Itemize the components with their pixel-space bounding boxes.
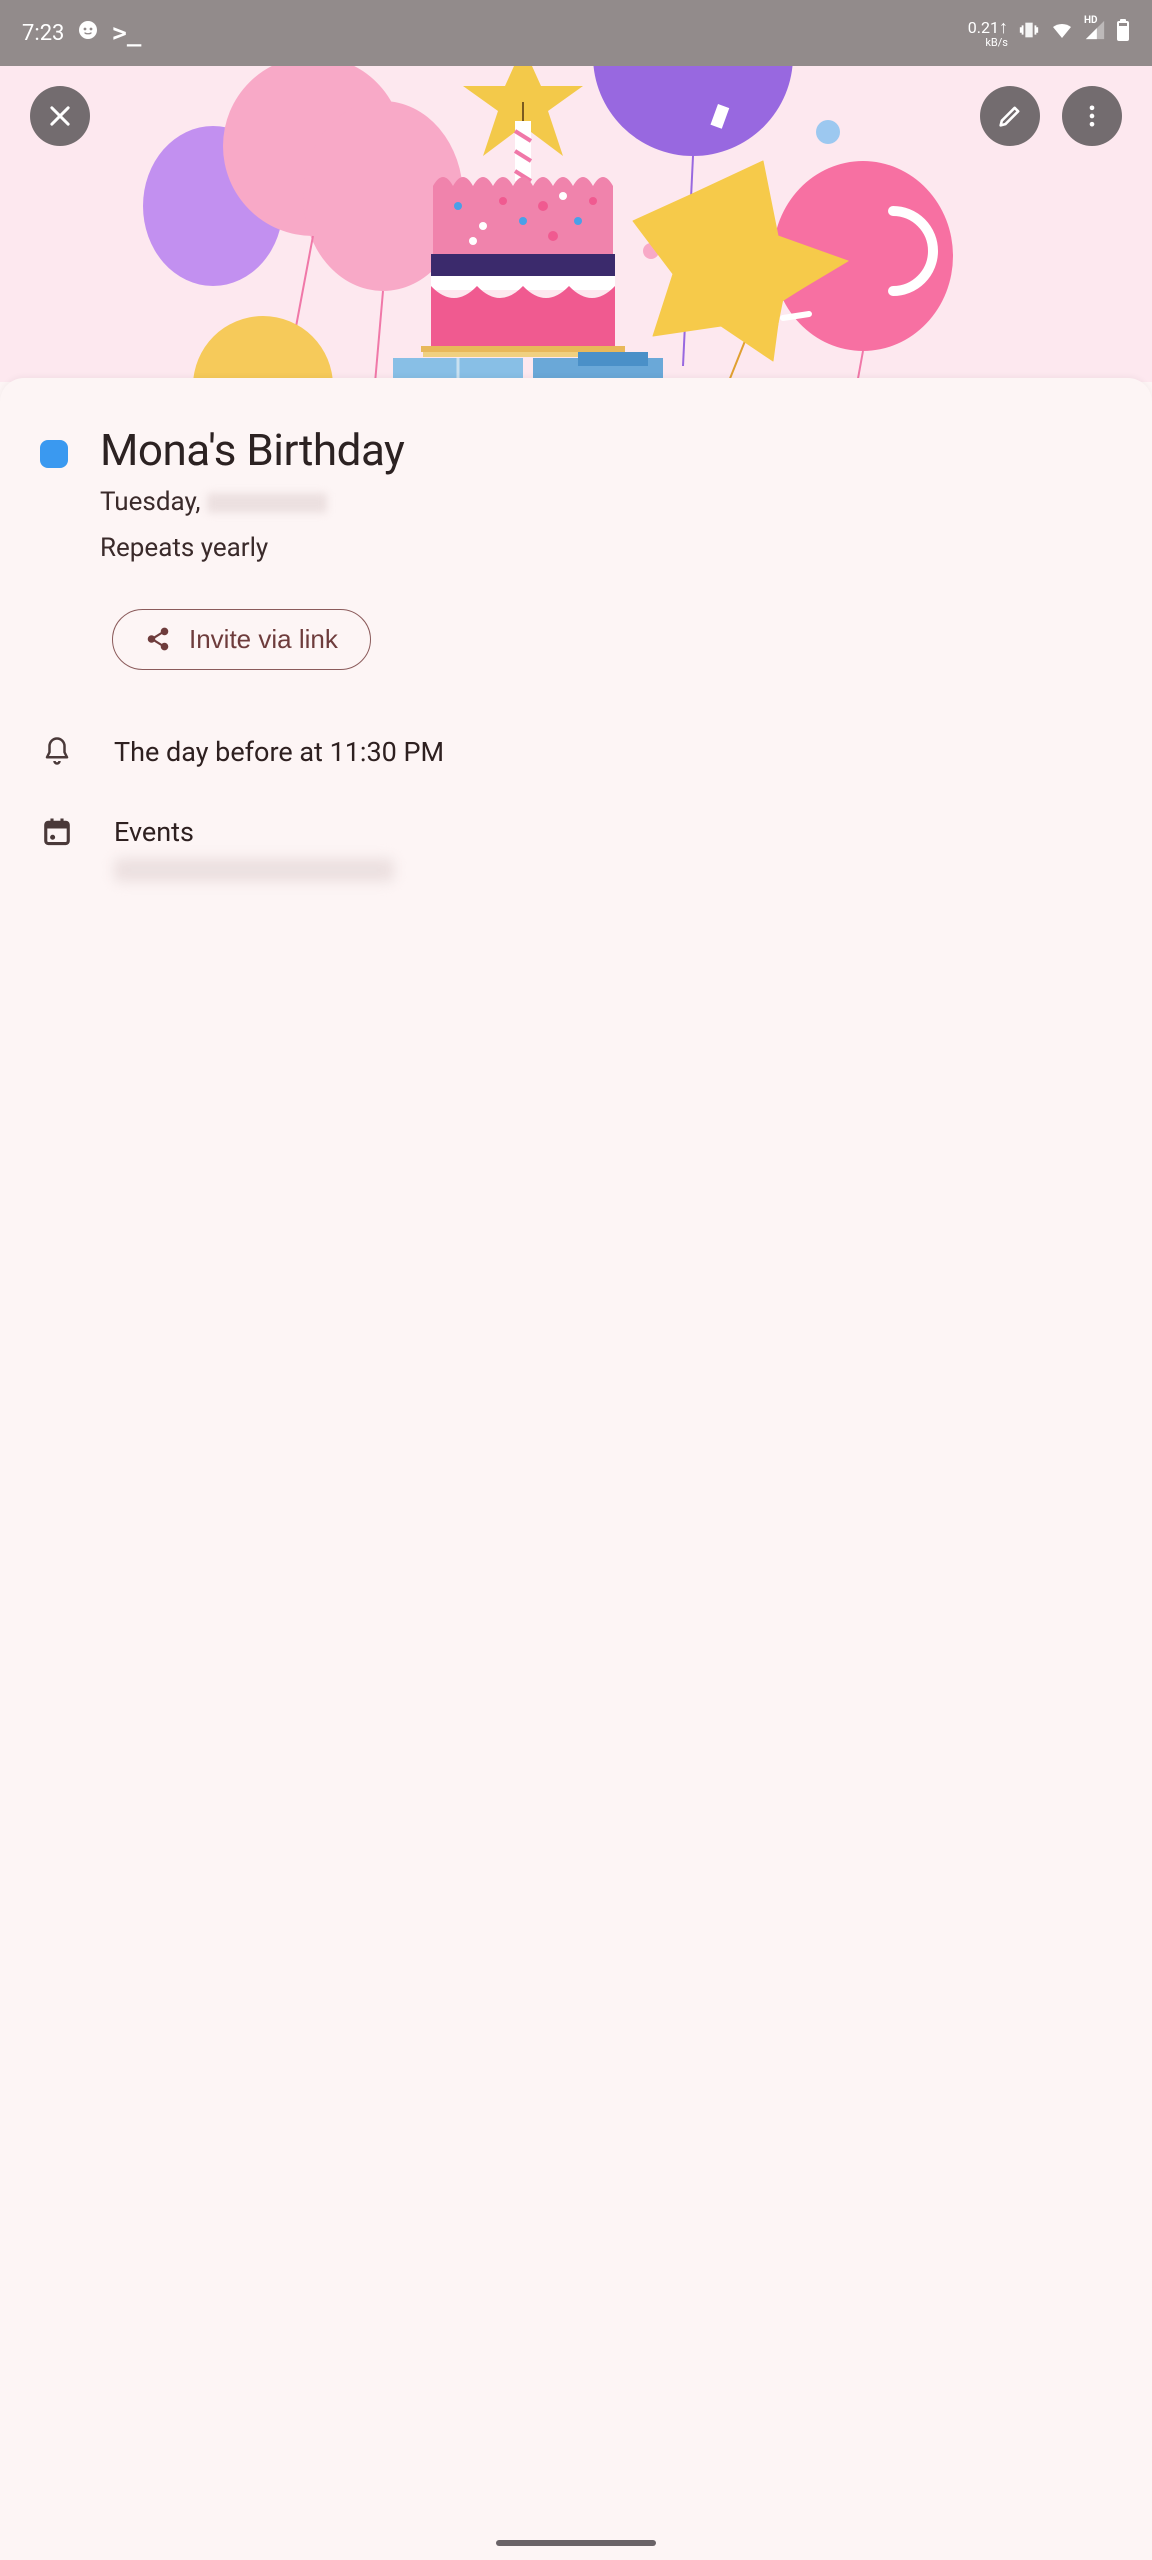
share-icon: [145, 626, 171, 652]
calendar-name: Events: [114, 816, 394, 848]
pencil-icon: [996, 102, 1024, 130]
close-icon: [46, 102, 74, 130]
more-options-button[interactable]: [1062, 86, 1122, 146]
event-title: Mona's Birthday: [100, 424, 1112, 476]
redacted-date: [207, 493, 327, 513]
event-color-swatch: [40, 440, 68, 468]
vibrate-icon: [1018, 19, 1040, 47]
cake: [421, 177, 625, 357]
calendar-icon: [42, 816, 72, 846]
status-time: 7:23: [22, 21, 64, 46]
invite-label: Invite via link: [189, 624, 338, 655]
status-left: 7:23 >_: [22, 18, 141, 48]
signal-icon: HD: [1084, 19, 1106, 47]
invite-via-link-button[interactable]: Invite via link: [112, 609, 371, 670]
battery-icon: [1116, 18, 1130, 48]
event-details-sheet: Mona's Birthday Tuesday, Repeats yearly …: [0, 378, 1152, 2560]
wifi-icon: [1050, 18, 1074, 48]
more-vert-icon: [1078, 102, 1106, 130]
event-recurrence: Repeats yearly: [100, 528, 1112, 568]
reminder-row[interactable]: The day before at 11:30 PM: [40, 736, 1112, 768]
calendar-row[interactable]: Events: [40, 816, 1112, 882]
android-status-bar: 7:23 >_ 0.21↑ kB/s HD: [0, 0, 1152, 66]
event-date: Tuesday,: [100, 482, 1112, 522]
close-button[interactable]: [30, 86, 90, 146]
terminal-icon: >_: [112, 19, 141, 47]
network-speed: 0.21↑ kB/s: [968, 19, 1008, 48]
redacted-account-email: [114, 858, 394, 882]
edit-button[interactable]: [980, 86, 1040, 146]
reminder-text: The day before at 11:30 PM: [114, 736, 444, 768]
status-right: 0.21↑ kB/s HD: [968, 18, 1130, 48]
gesture-nav-bar: [496, 2540, 656, 2546]
notif-icon: [76, 18, 100, 48]
bell-icon: [42, 736, 72, 766]
